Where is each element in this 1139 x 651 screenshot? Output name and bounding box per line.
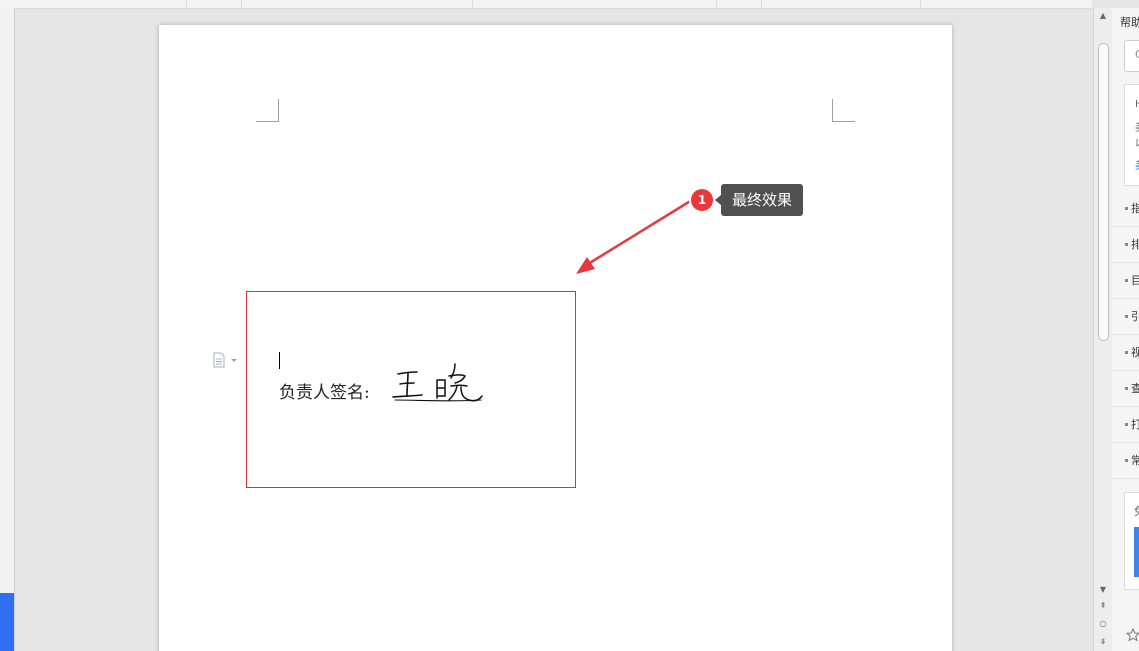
side-thumbnail-image xyxy=(1134,527,1139,577)
vertical-scrollbar[interactable]: ▲ ▼ ⇞ ○ ⇟ xyxy=(1093,8,1112,651)
toolbar-separator xyxy=(472,0,473,8)
side-search-input[interactable]: Q xyxy=(1124,40,1139,72)
paragraph-layout-icon[interactable] xyxy=(212,352,238,368)
toolbar-separator xyxy=(241,0,242,8)
side-thumbnail-label: 免 xyxy=(1134,503,1139,519)
side-panel-title: 帮助 xyxy=(1120,16,1139,29)
document-page[interactable]: 负责人签名: xyxy=(159,25,952,651)
margin-corner-mark-left xyxy=(256,99,279,122)
side-list-item[interactable]: 常 xyxy=(1112,442,1139,479)
text-cursor xyxy=(279,352,280,369)
scrollbar-thumb[interactable] xyxy=(1098,43,1109,341)
scroll-down-icon[interactable]: ▼ xyxy=(1096,584,1110,596)
bullet-icon xyxy=(1125,351,1128,354)
signature-label: 负责人签名: xyxy=(279,383,370,403)
toolbar-separator xyxy=(761,0,762,8)
bullet-icon xyxy=(1125,315,1128,318)
side-list-item-label: 常 xyxy=(1131,454,1139,467)
toolbar-separator xyxy=(920,0,921,8)
step-number-badge: 1 xyxy=(691,189,713,211)
annotation-arrow xyxy=(576,198,693,274)
side-list-item-label: 目 xyxy=(1131,274,1139,287)
side-list-item-label: 视 xyxy=(1131,346,1139,359)
side-list-item[interactable]: 引 xyxy=(1112,298,1139,335)
next-page-icon[interactable]: ⇟ xyxy=(1096,636,1110,648)
side-list-item-label: 排 xyxy=(1131,238,1139,251)
side-list-item-label: 指 xyxy=(1131,202,1139,215)
prev-page-icon[interactable]: ⇞ xyxy=(1096,600,1110,612)
side-card-line: 以 xyxy=(1135,135,1139,150)
search-icon: Q xyxy=(1135,48,1139,61)
side-list-item[interactable]: 查 xyxy=(1112,370,1139,407)
handwritten-signature xyxy=(392,363,483,402)
toolbar-separator xyxy=(716,0,717,8)
side-list-item[interactable]: 打 xyxy=(1112,406,1139,443)
side-list-item[interactable]: 指 xyxy=(1112,190,1139,227)
side-list-item-label: 打 xyxy=(1131,418,1139,431)
side-card-link[interactable]: 美 xyxy=(1135,157,1139,172)
bullet-icon xyxy=(1125,207,1128,210)
side-list-item[interactable]: 视 xyxy=(1112,334,1139,371)
bullet-icon xyxy=(1125,423,1128,426)
bullet-icon xyxy=(1125,387,1128,390)
side-list-item[interactable]: 排 xyxy=(1112,226,1139,263)
toolbar-strip xyxy=(0,0,1092,9)
bullet-icon xyxy=(1125,279,1128,282)
star-icon[interactable] xyxy=(1126,628,1139,642)
side-info-card[interactable]: H 美 以 美 xyxy=(1124,84,1139,186)
select-browse-object-icon[interactable]: ○ xyxy=(1096,618,1110,630)
annotation-tooltip: 最终效果 xyxy=(715,184,803,216)
word-processor-window: 负责人签名: 1 最终效果 ▲ ▼ ⇞ ○ ⇟ 帮助 H 指 排 目 引 视 查… xyxy=(0,0,1139,651)
left-side-bar xyxy=(0,8,15,651)
side-card-line: 美 xyxy=(1135,119,1139,134)
scroll-up-icon[interactable]: ▲ xyxy=(1096,10,1110,22)
margin-corner-mark-right xyxy=(832,99,855,122)
side-list-item-label: 查 xyxy=(1131,382,1139,395)
side-card-line: H xyxy=(1135,99,1139,110)
side-thumbnail-card[interactable]: 免 xyxy=(1124,492,1139,590)
side-list-item[interactable]: 目 xyxy=(1112,262,1139,299)
help-side-panel: 帮助 Q H 美 以 美 指 排 目 引 视 xyxy=(1112,8,1139,651)
highlight-box: 负责人签名: xyxy=(246,291,576,488)
bullet-icon xyxy=(1125,459,1128,462)
side-list-item-label: 引 xyxy=(1131,310,1139,323)
bullet-icon xyxy=(1125,243,1128,246)
left-accent-tab[interactable] xyxy=(0,593,14,651)
toolbar-separator xyxy=(186,0,187,8)
